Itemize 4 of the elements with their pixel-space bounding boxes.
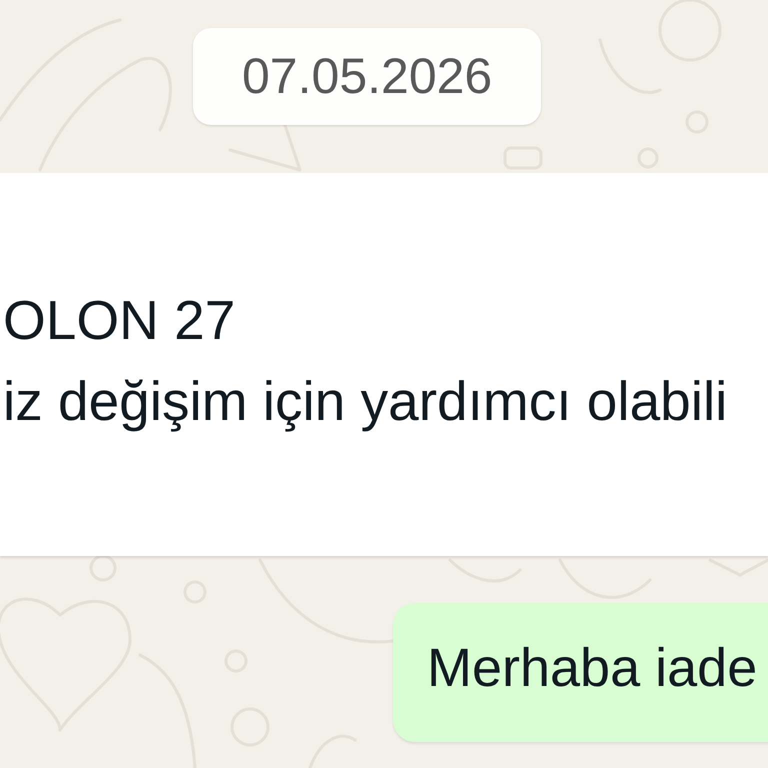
message-text: Merhaba iade	[427, 637, 758, 700]
date-badge: 07.05.2026	[193, 28, 542, 125]
message-text: OLON 27	[3, 288, 236, 353]
message-text: iz değişim için yardımcı olabili	[3, 369, 728, 434]
